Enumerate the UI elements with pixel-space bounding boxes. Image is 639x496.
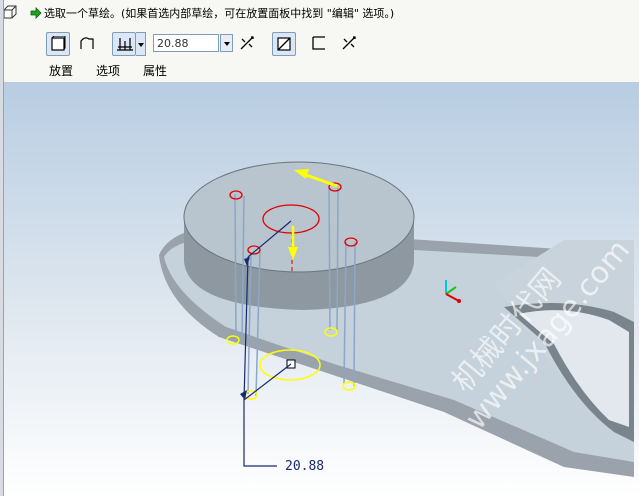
depth-value-dropdown[interactable] — [220, 34, 233, 52]
flip-material-side-button[interactable] — [338, 32, 362, 56]
solid-icon — [51, 36, 66, 51]
solid-extrude-button[interactable] — [46, 32, 70, 56]
flip-direction-button[interactable] — [236, 32, 260, 56]
surface-extrude-button[interactable] — [76, 32, 100, 56]
extrude-dashboard: 20.88 放置 选项 属性 — [30, 28, 639, 82]
model-view: 20.88 机械时代网 www.jxage.com — [159, 161, 637, 477]
tab-properties[interactable]: 属性 — [143, 62, 167, 79]
dashboard-area: 选取一个草绘。(如果首选内部草绘，可在放置面板中找到 "编辑" 选项。) 20.… — [0, 0, 639, 82]
tab-options[interactable]: 选项 — [96, 62, 120, 79]
thicken-sketch-button[interactable] — [308, 32, 332, 56]
remove-material-button[interactable] — [272, 32, 296, 56]
surface-icon — [80, 37, 94, 49]
extrude-feature-icon — [3, 4, 17, 19]
remove-material-icon — [277, 37, 291, 51]
dimension-label[interactable]: 20.88 — [285, 459, 324, 474]
blind-depth-icon — [117, 38, 133, 51]
thicken-icon — [312, 36, 325, 50]
tab-placement[interactable]: 放置 — [49, 62, 73, 79]
message-prompt: 选取一个草绘。(如果首选内部草绘，可在放置面板中找到 "编辑" 选项。) — [30, 6, 394, 20]
depth-option-dropdown[interactable] — [136, 32, 146, 56]
flip-side-icon — [342, 36, 356, 50]
flip-direction-icon — [240, 36, 254, 50]
graphics-window[interactable]: 20.88 机械时代网 www.jxage.com — [4, 82, 639, 496]
depth-value-input[interactable]: 20.88 — [153, 34, 219, 52]
boss-top-face — [183, 161, 415, 273]
depth-option-button[interactable] — [112, 32, 136, 56]
prompt-text: 选取一个草绘。(如果首选内部草绘，可在放置面板中找到 "编辑" 选项。) — [44, 7, 395, 20]
green-arrow-icon — [30, 7, 42, 19]
